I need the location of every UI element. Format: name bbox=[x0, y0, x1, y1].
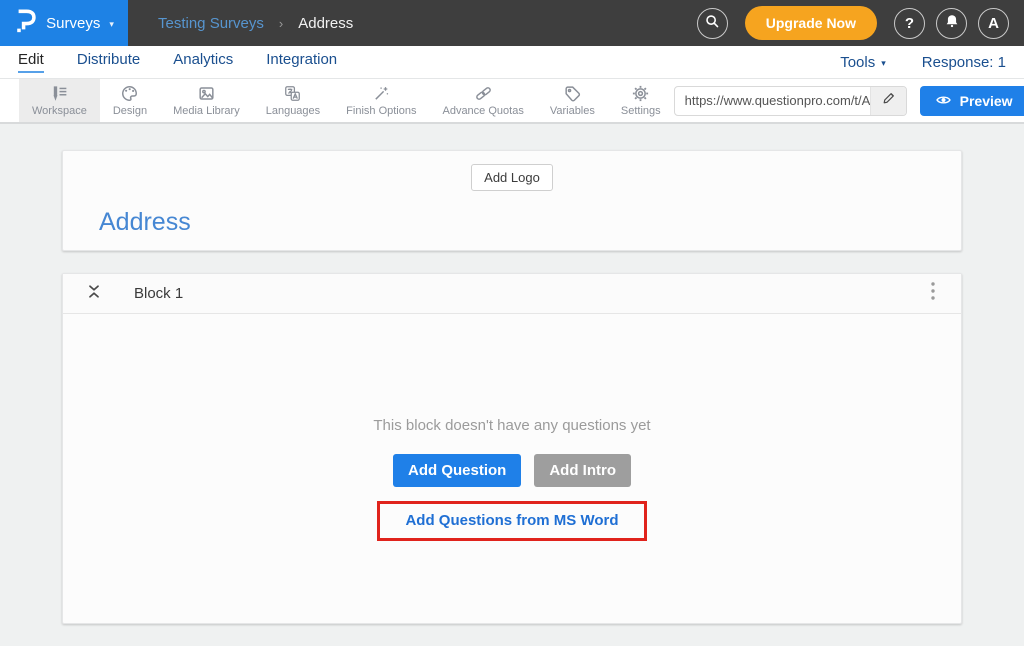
product-label: Surveys bbox=[46, 15, 100, 32]
edit-url-button[interactable] bbox=[870, 87, 906, 115]
breadcrumb: Testing Surveys › Address bbox=[158, 15, 353, 32]
block-body: This block doesn't have any questions ye… bbox=[63, 314, 961, 623]
block-card: Block 1 This block doesn't have any ques… bbox=[62, 273, 962, 624]
toolbar-item-finish-options[interactable]: Finish Options bbox=[333, 79, 429, 122]
tag-icon bbox=[563, 84, 582, 103]
search-icon bbox=[704, 13, 720, 33]
chevron-down-icon: ▾ bbox=[109, 19, 114, 30]
toolbar-item-languages[interactable]: Languages bbox=[253, 79, 333, 122]
breadcrumb-current: Address bbox=[298, 15, 353, 32]
section-nav: Edit Distribute Analytics Integration To… bbox=[0, 46, 1024, 79]
toolbar-item-settings[interactable]: Settings bbox=[608, 79, 674, 122]
product-switcher[interactable]: Surveys ▾ bbox=[0, 0, 128, 46]
tab-analytics[interactable]: Analytics bbox=[173, 51, 233, 73]
toolbar-item-label: Variables bbox=[550, 105, 595, 117]
chain-link-icon bbox=[474, 84, 493, 103]
toolbar-item-label: Media Library bbox=[173, 105, 240, 117]
breadcrumb-parent[interactable]: Testing Surveys bbox=[158, 15, 264, 32]
toolbar-item-design[interactable]: Design bbox=[100, 79, 160, 122]
kebab-menu-icon bbox=[930, 281, 936, 306]
help-button[interactable]: ? bbox=[894, 8, 925, 39]
chevron-down-icon: ▾ bbox=[881, 58, 886, 69]
toolbar-item-label: Design bbox=[113, 105, 147, 117]
toolbar-item-advance-quotas[interactable]: Advance Quotas bbox=[429, 79, 536, 122]
collapse-block-button[interactable] bbox=[85, 281, 103, 307]
tab-integration[interactable]: Integration bbox=[266, 51, 337, 73]
magic-wand-icon bbox=[372, 84, 391, 103]
url-preview-group: Preview bbox=[674, 79, 1024, 122]
search-button[interactable] bbox=[697, 8, 728, 39]
add-logo-area: Add Logo bbox=[63, 151, 961, 191]
toolbar-item-label: Settings bbox=[621, 105, 661, 117]
tools-dropdown[interactable]: Tools ▾ bbox=[840, 54, 886, 71]
add-intro-button[interactable]: Add Intro bbox=[534, 454, 631, 487]
collapse-vertical-icon bbox=[87, 283, 101, 305]
nav-tabs: Edit Distribute Analytics Integration bbox=[18, 51, 337, 73]
nav-right: Tools ▾ Response: 1 bbox=[840, 54, 1006, 71]
add-question-button[interactable]: Add Question bbox=[393, 454, 521, 487]
avatar-initial: A bbox=[988, 15, 999, 32]
toolbar-item-label: Languages bbox=[266, 105, 320, 117]
image-icon bbox=[197, 84, 216, 103]
add-logo-button[interactable]: Add Logo bbox=[471, 164, 553, 191]
response-count[interactable]: Response: 1 bbox=[922, 54, 1006, 71]
highlight-annotation-box: Add Questions from MS Word bbox=[377, 501, 646, 541]
translate-icon bbox=[283, 84, 302, 103]
palette-icon bbox=[120, 84, 139, 103]
avatar[interactable]: A bbox=[978, 8, 1009, 39]
toolbar-item-label: Finish Options bbox=[346, 105, 416, 117]
tab-distribute[interactable]: Distribute bbox=[77, 51, 140, 73]
tab-edit[interactable]: Edit bbox=[18, 51, 44, 73]
block-menu-button[interactable] bbox=[927, 278, 939, 309]
toolbar-item-media-library[interactable]: Media Library bbox=[160, 79, 253, 122]
main-content: Add Logo Address Block 1 This bloc bbox=[0, 124, 1024, 646]
breadcrumb-separator-icon: › bbox=[279, 16, 283, 31]
eye-icon bbox=[935, 93, 952, 109]
tools-label: Tools bbox=[840, 54, 875, 71]
survey-header-card: Add Logo Address bbox=[62, 150, 962, 251]
topbar: Surveys ▾ Testing Surveys › Address Upgr… bbox=[0, 0, 1024, 46]
topbar-actions: Upgrade Now ? A bbox=[697, 6, 1024, 40]
toolbar-item-variables[interactable]: Variables bbox=[537, 79, 608, 122]
block-header: Block 1 bbox=[63, 274, 961, 314]
preview-button[interactable]: Preview bbox=[920, 86, 1024, 116]
bell-icon bbox=[944, 13, 960, 33]
add-questions-from-ms-word-link[interactable]: Add Questions from MS Word bbox=[405, 512, 618, 529]
survey-url-field bbox=[674, 86, 907, 116]
toolbar-item-label: Workspace bbox=[32, 105, 87, 117]
help-icon: ? bbox=[905, 15, 914, 32]
block-title[interactable]: Block 1 bbox=[134, 285, 183, 302]
upgrade-now-button[interactable]: Upgrade Now bbox=[745, 6, 877, 40]
workspace-icon bbox=[50, 84, 69, 103]
survey-title[interactable]: Address bbox=[99, 208, 191, 237]
block-actions: Add Question Add Intro bbox=[393, 454, 631, 487]
preview-label: Preview bbox=[960, 93, 1013, 109]
pencil-icon bbox=[881, 91, 896, 111]
toolbar-item-workspace[interactable]: Workspace bbox=[19, 79, 100, 122]
notifications-button[interactable] bbox=[936, 8, 967, 39]
survey-url-input[interactable] bbox=[675, 87, 870, 115]
gear-icon bbox=[631, 84, 650, 103]
questionpro-logo-icon bbox=[14, 7, 37, 39]
toolbar-item-label: Advance Quotas bbox=[442, 105, 523, 117]
editor-toolbar: Workspace Design Media Library bbox=[0, 79, 1024, 124]
empty-block-message: This block doesn't have any questions ye… bbox=[373, 417, 650, 434]
